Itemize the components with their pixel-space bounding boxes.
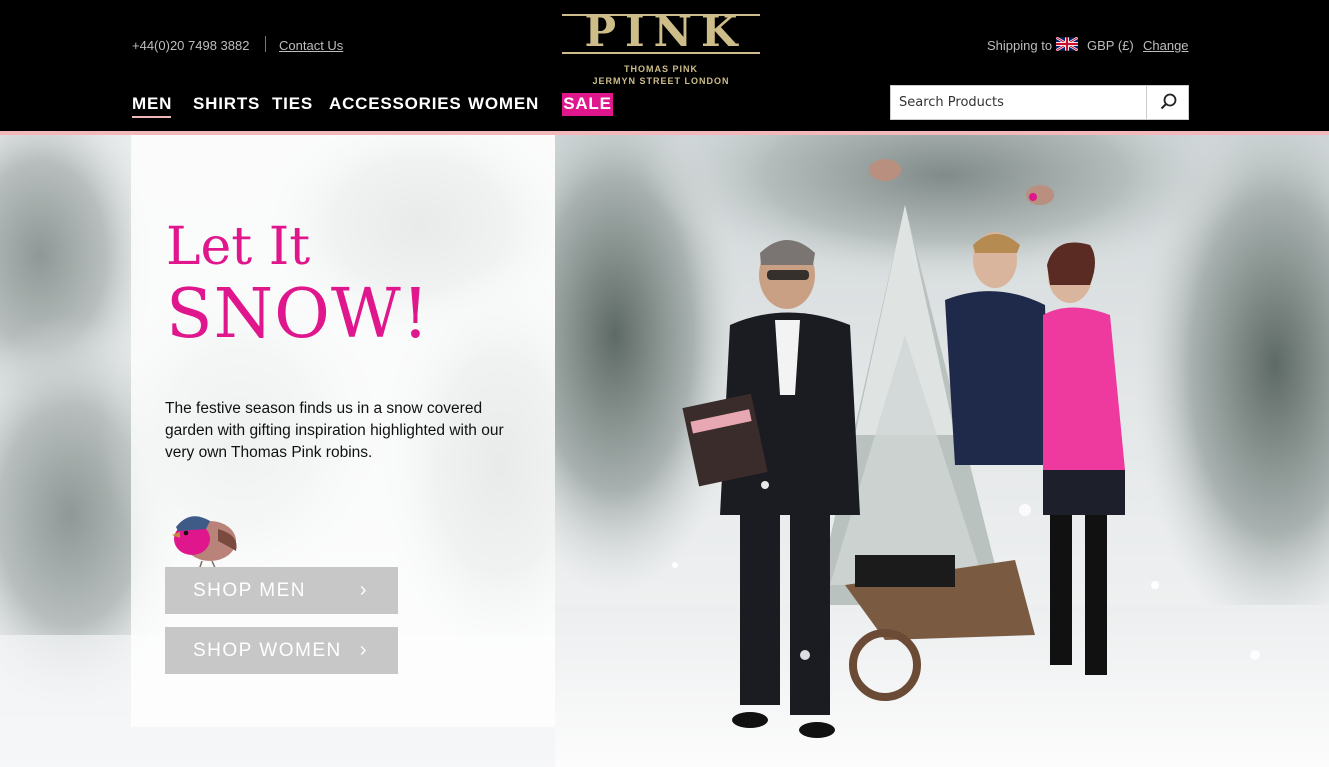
currency-label: GBP (£) — [1087, 38, 1134, 53]
search-button[interactable] — [1146, 86, 1188, 119]
divider — [265, 36, 266, 52]
phone-number[interactable]: +44(0)20 7498 3882 — [132, 38, 249, 53]
nav-ties[interactable]: TIES — [272, 93, 313, 115]
chevron-right-icon: › — [359, 639, 368, 661]
hero-photo — [555, 135, 1329, 767]
shop-men-label: SHOP MEN — [193, 580, 307, 601]
nav-shirts[interactable]: SHIRTS — [193, 93, 260, 115]
shipping-label: Shipping to — [987, 38, 1053, 53]
search-input[interactable] — [891, 86, 1146, 119]
shop-women-label: SHOP WOMEN — [193, 640, 342, 661]
logo-rule-bottom — [562, 52, 760, 54]
contact-us-link[interactable]: Contact Us — [279, 38, 343, 53]
nav-sale[interactable]: SALE — [562, 93, 613, 116]
photo-illustration — [555, 135, 1329, 767]
logo-word: PINK — [584, 7, 747, 56]
logo-subtitle-2: JERMYN STREET LONDON — [592, 76, 730, 86]
shop-women-button[interactable]: SHOP WOMEN › — [165, 627, 398, 674]
site-header: +44(0)20 7498 3882 Contact Us PINK THOMA… — [0, 0, 1329, 131]
hero-description: The festive season finds us in a snow co… — [165, 400, 504, 461]
uk-flag-icon — [1056, 37, 1078, 51]
nav-women[interactable]: WOMEN — [468, 93, 539, 115]
shop-men-button[interactable]: SHOP MEN › — [165, 567, 398, 614]
magnifier-icon — [1160, 93, 1177, 110]
headline-snow: SNOW! — [166, 275, 431, 354]
headline-let-it: Let It — [166, 217, 311, 277]
nav-accessories[interactable]: ACCESSORIES — [329, 93, 462, 115]
search-box — [890, 85, 1189, 120]
chevron-right-icon: › — [359, 579, 368, 601]
nav-active-underline — [132, 116, 171, 118]
pink-logo[interactable]: PINK THOMAS PINK JERMYN STREET LONDON — [560, 7, 762, 86]
change-currency-link[interactable]: Change — [1143, 38, 1189, 53]
nav-men[interactable]: MEN — [132, 93, 172, 115]
logo-subtitle-1: THOMAS PINK — [624, 64, 698, 74]
